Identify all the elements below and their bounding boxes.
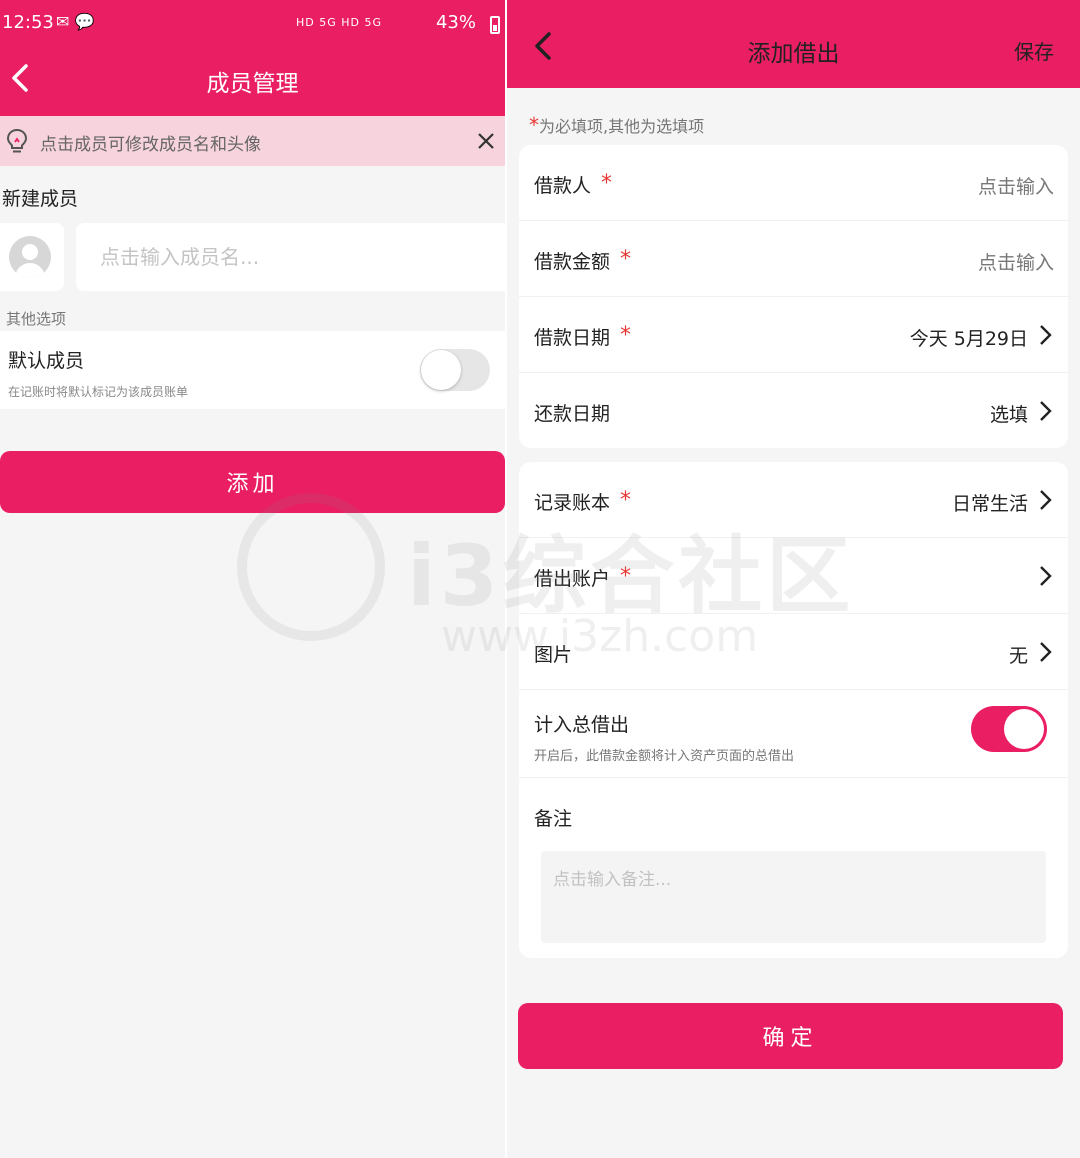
include-total-label: 计入总借出 (534, 714, 630, 736)
chevron-right-icon (1040, 566, 1052, 586)
close-icon[interactable] (475, 130, 497, 152)
chevron-right-icon (1040, 325, 1052, 345)
borrower-row[interactable]: 借款人 * 点击输入 (519, 145, 1068, 221)
loan-date-row[interactable]: 借款日期 * 今天 5月29日 (519, 297, 1068, 373)
member-name-input[interactable] (76, 223, 505, 291)
required-star: * (620, 488, 632, 513)
avatar-placeholder-icon (9, 236, 51, 278)
borrower-input[interactable]: 点击输入 (978, 172, 1054, 199)
header-bar: 12:53 ✉ 💬 HD 5G HD 5G 43% 成员管理 (0, 0, 505, 116)
required-note: *为必填项,其他为选填项 (529, 113, 704, 137)
default-member-label: 默认成员 (8, 350, 85, 372)
row-label: 借款人 (534, 175, 592, 197)
header-bar: 添加借出 保存 (507, 0, 1080, 88)
add-member-button[interactable]: 添加 (0, 451, 505, 513)
default-member-toggle[interactable] (420, 349, 490, 391)
ledger-row[interactable]: 记录账本 * 日常生活 (519, 462, 1068, 538)
save-button[interactable]: 保存 (1014, 36, 1054, 65)
include-total-toggle[interactable] (971, 706, 1047, 752)
status-time: 12:53 (2, 12, 54, 33)
add-lending-screen: 添加借出 保存 *为必填项,其他为选填项 借款人 * 点击输入 借款金额 * 点击输… (507, 0, 1080, 1158)
row-label: 图片 (534, 644, 573, 666)
notification-icons: ✉ 💬 (56, 12, 95, 31)
required-star: * (620, 247, 632, 272)
required-star: * (529, 113, 539, 137)
default-member-description: 在记账时将默认标记为该成员账单 (8, 385, 189, 399)
page-title: 添加借出 (747, 41, 840, 67)
battery-level: 43% (435, 12, 476, 33)
account-card: 记录账本 * 日常生活 借出账户 * 图片 无 计入总借出 开启后，此借款金额将计入… (519, 462, 1068, 958)
image-value: 无 (1008, 645, 1028, 667)
row-label: 借款日期 (534, 327, 611, 349)
loan-date-value: 今天 5月29日 (909, 328, 1028, 350)
required-star: * (620, 564, 632, 589)
required-star: * (620, 323, 632, 348)
row-label: 还款日期 (534, 403, 611, 425)
repay-date-value: 选填 (989, 404, 1028, 426)
amount-input[interactable]: 点击输入 (978, 248, 1054, 275)
confirm-button[interactable]: 确定 (518, 1003, 1063, 1069)
row-label: 借出账户 (534, 568, 611, 590)
tip-text: 点击成员可修改成员名和头像 (40, 135, 261, 155)
member-management-screen: 12:53 ✉ 💬 HD 5G HD 5G 43% 成员管理 点击成员可修改成员… (0, 0, 505, 1158)
tip-banner: 点击成员可修改成员名和头像 (0, 116, 505, 166)
toggle-knob (421, 350, 461, 390)
lightbulb-icon (6, 128, 28, 153)
page-title: 成员管理 (206, 71, 299, 97)
screenshot-root: 12:53 ✉ 💬 HD 5G HD 5G 43% 成员管理 点击成员可修改成员… (0, 0, 1080, 1158)
default-member-row: 默认成员 在记账时将默认标记为该成员账单 (0, 331, 505, 409)
toggle-knob (1004, 709, 1044, 749)
remark-label: 备注 (534, 808, 573, 830)
include-total-description: 开启后，此借款金额将计入资产页面的总借出 (534, 749, 795, 764)
signal-icon: HD 5G HD 5G (295, 16, 382, 29)
include-total-row: 计入总借出 开启后，此借款金额将计入资产页面的总借出 (519, 690, 1068, 778)
battery-icon (490, 16, 500, 34)
repay-date-row[interactable]: 还款日期 选填 (519, 373, 1068, 448)
chevron-right-icon (1040, 401, 1052, 421)
status-bar: 12:53 ✉ 💬 HD 5G HD 5G 43% (2, 10, 502, 38)
remark-input[interactable] (541, 851, 1046, 943)
required-note-text: 为必填项,其他为选填项 (539, 117, 705, 136)
row-label: 记录账本 (534, 492, 611, 514)
loan-info-card: 借款人 * 点击输入 借款金额 * 点击输入 借款日期 * 今天 5月29日 还款日期… (519, 145, 1068, 448)
amount-row[interactable]: 借款金额 * 点击输入 (519, 221, 1068, 297)
ledger-value: 日常生活 (951, 493, 1028, 515)
row-label: 借款金额 (534, 251, 611, 273)
chevron-right-icon (1040, 490, 1052, 510)
required-star: * (601, 171, 613, 196)
chevron-right-icon (1040, 642, 1052, 662)
new-member-heading: 新建成员 (2, 188, 79, 210)
avatar-picker[interactable] (0, 223, 64, 291)
image-row[interactable]: 图片 无 (519, 614, 1068, 690)
other-options-heading: 其他选项 (6, 310, 67, 328)
lending-account-row[interactable]: 借出账户 * (519, 538, 1068, 614)
